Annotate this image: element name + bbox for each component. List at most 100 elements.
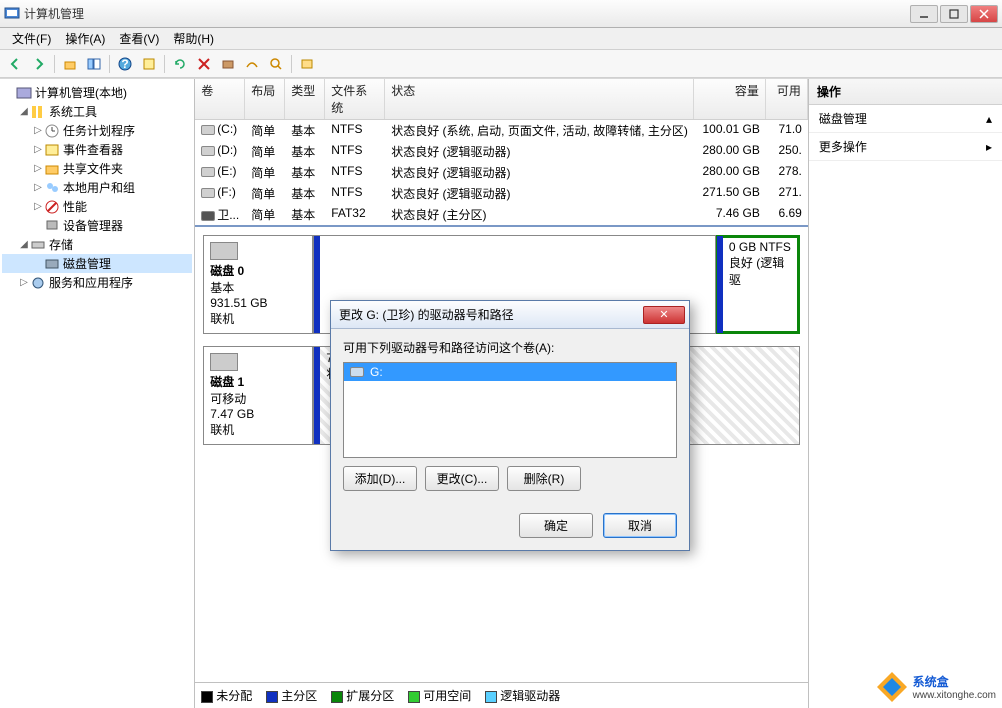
tree-label: 事件查看器 (63, 141, 123, 158)
tree-label: 共享文件夹 (63, 160, 123, 177)
dialog-close-button[interactable]: ✕ (643, 306, 685, 324)
disk-icon (210, 242, 238, 260)
dialog-prompt: 可用下列驱动器号和路径访问这个卷(A): (343, 339, 677, 356)
drive-icon (201, 211, 215, 221)
tree-disk-management[interactable]: 磁盘管理 (2, 254, 192, 273)
drive-icon (201, 125, 215, 135)
actions-more[interactable]: 更多操作▸ (809, 133, 1002, 161)
minimize-button[interactable] (910, 5, 938, 23)
menu-file[interactable]: 文件(F) (6, 28, 57, 49)
disk-partition-selected[interactable]: 0 GB NTFS良好 (逻辑驱 (716, 235, 800, 334)
drive-letter-listbox[interactable]: G: (343, 362, 677, 458)
legend-logical: 逻辑驱动器 (500, 689, 560, 703)
legend-free: 可用空间 (423, 689, 471, 703)
tree-shared-folders[interactable]: ▷共享文件夹 (2, 159, 192, 178)
disk-icon (210, 353, 238, 371)
volume-row[interactable]: 卫...简单基本FAT32状态良好 (主分区)7.46 GB6.69 (195, 204, 808, 225)
tree-event-viewer[interactable]: ▷事件查看器 (2, 140, 192, 159)
svg-text:?: ? (121, 57, 128, 71)
col-volume[interactable]: 卷 (195, 79, 245, 119)
col-free[interactable]: 可用 (766, 79, 808, 119)
tree-label: 服务和应用程序 (49, 274, 133, 291)
drive-letter-item[interactable]: G: (344, 363, 676, 381)
tree-task-scheduler[interactable]: ▷任务计划程序 (2, 121, 192, 140)
legend-primary: 主分区 (281, 689, 317, 703)
volume-row[interactable]: (E:)简单基本NTFS状态良好 (逻辑驱动器)280.00 GB278. (195, 162, 808, 183)
legend: 未分配 主分区 扩展分区 可用空间 逻辑驱动器 (195, 682, 808, 708)
tree-services-apps[interactable]: ▷服务和应用程序 (2, 273, 192, 292)
tree-label: 性能 (63, 198, 87, 215)
tree-label: 磁盘管理 (63, 255, 111, 272)
disk-type: 基本 (210, 279, 306, 296)
disk-state: 联机 (210, 310, 306, 327)
volume-row[interactable]: (D:)简单基本NTFS状态良好 (逻辑驱动器)280.00 GB250. (195, 141, 808, 162)
tree-device-manager[interactable]: 设备管理器 (2, 216, 192, 235)
forward-button[interactable] (28, 53, 50, 75)
col-filesystem[interactable]: 文件系统 (325, 79, 385, 119)
delete-icon[interactable] (193, 53, 215, 75)
toolbar-button-d[interactable] (296, 53, 318, 75)
help-button[interactable]: ? (114, 53, 136, 75)
tree-systools[interactable]: ◢系统工具 (2, 102, 192, 121)
menu-view[interactable]: 查看(V) (113, 28, 165, 49)
cancel-button[interactable]: 取消 (603, 513, 677, 538)
back-button[interactable] (4, 53, 26, 75)
disk-info: 磁盘 1 可移动 7.47 GB 联机 (203, 346, 313, 445)
menu-help[interactable]: 帮助(H) (167, 28, 220, 49)
change-button[interactable]: 更改(C)... (425, 466, 499, 491)
tree-label: 设备管理器 (63, 217, 123, 234)
tree-local-users[interactable]: ▷本地用户和组 (2, 178, 192, 197)
actions-pane: 操作 磁盘管理▴ 更多操作▸ (809, 79, 1002, 708)
drive-icon (350, 367, 364, 377)
toolbar: ? (0, 50, 1002, 78)
volume-list[interactable]: (C:)简单基本NTFS状态良好 (系统, 启动, 页面文件, 活动, 故障转储… (195, 120, 808, 225)
legend-extended: 扩展分区 (346, 689, 394, 703)
ok-button[interactable]: 确定 (519, 513, 593, 538)
dialog-title: 更改 G: (卫珍) 的驱动器号和路径 (335, 306, 643, 323)
refresh-button[interactable] (169, 53, 191, 75)
watermark: 系统盒www.xitonghe.com (875, 670, 996, 704)
toolbar-button-c[interactable] (265, 53, 287, 75)
actions-diskmgmt[interactable]: 磁盘管理▴ (809, 105, 1002, 133)
collapse-icon: ▴ (986, 112, 992, 126)
disk-name: 磁盘 0 (210, 262, 306, 279)
col-layout[interactable]: 布局 (245, 79, 285, 119)
actions-header: 操作 (809, 79, 1002, 105)
toolbar-button-a[interactable] (217, 53, 239, 75)
tree-label: 存储 (49, 236, 73, 253)
col-status[interactable]: 状态 (385, 79, 694, 119)
dialog-titlebar[interactable]: 更改 G: (卫珍) 的驱动器号和路径 ✕ (331, 301, 689, 329)
toolbar-button-b[interactable] (241, 53, 263, 75)
disk-info: 磁盘 0 基本 931.51 GB 联机 (203, 235, 313, 334)
drive-icon (201, 167, 215, 177)
maximize-button[interactable] (940, 5, 968, 23)
up-button[interactable] (59, 53, 81, 75)
col-capacity[interactable]: 容量 (694, 79, 766, 119)
show-hide-tree-button[interactable] (83, 53, 105, 75)
volume-row[interactable]: (C:)简单基本NTFS状态良好 (系统, 启动, 页面文件, 活动, 故障转储… (195, 120, 808, 141)
disk-size: 931.51 GB (210, 296, 306, 310)
remove-button[interactable]: 删除(R) (507, 466, 581, 491)
change-drive-letter-dialog: 更改 G: (卫珍) 的驱动器号和路径 ✕ 可用下列驱动器号和路径访问这个卷(A… (330, 300, 690, 551)
tree-root-label: 计算机管理(本地) (35, 84, 127, 101)
disk-state: 联机 (210, 421, 306, 438)
properties-button[interactable] (138, 53, 160, 75)
titlebar: 计算机管理 (0, 0, 1002, 28)
menu-action[interactable]: 操作(A) (59, 28, 111, 49)
window-title: 计算机管理 (24, 5, 910, 22)
app-icon (4, 6, 20, 22)
close-button[interactable] (970, 5, 998, 23)
navigation-tree[interactable]: 计算机管理(本地) ◢系统工具 ▷任务计划程序 ▷事件查看器 ▷共享文件夹 ▷本… (0, 79, 195, 708)
chevron-right-icon: ▸ (986, 140, 992, 154)
drive-icon (201, 146, 215, 156)
tree-performance[interactable]: ▷性能 (2, 197, 192, 216)
tree-root[interactable]: 计算机管理(本地) (2, 83, 192, 102)
add-button[interactable]: 添加(D)... (343, 466, 417, 491)
tree-label: 系统工具 (49, 103, 97, 120)
drive-icon (201, 188, 215, 198)
menubar: 文件(F) 操作(A) 查看(V) 帮助(H) (0, 28, 1002, 50)
tree-storage[interactable]: ◢存储 (2, 235, 192, 254)
legend-unallocated: 未分配 (216, 689, 252, 703)
col-type[interactable]: 类型 (285, 79, 325, 119)
volume-row[interactable]: (F:)简单基本NTFS状态良好 (逻辑驱动器)271.50 GB271. (195, 183, 808, 204)
